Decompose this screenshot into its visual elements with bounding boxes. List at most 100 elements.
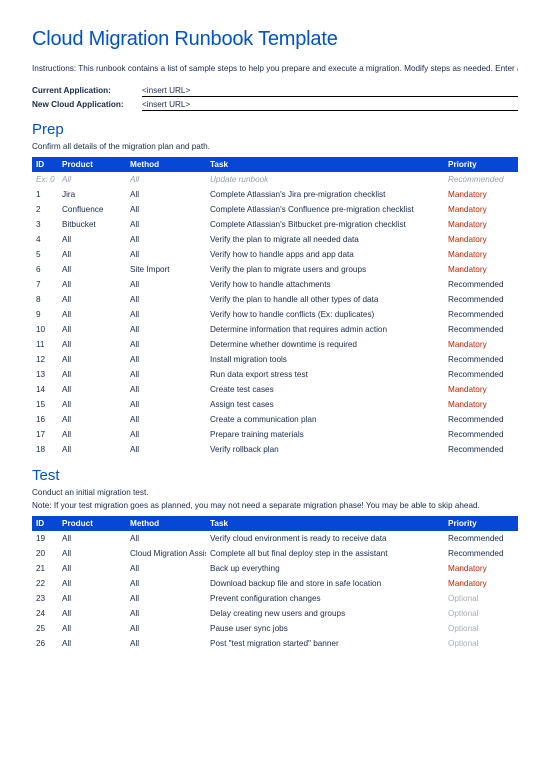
cell-priority: Mandatory: [444, 382, 518, 397]
col-task: Task: [206, 157, 444, 172]
col-product: Product: [58, 516, 126, 531]
page-title: Cloud Migration Runbook Template: [32, 28, 518, 51]
cell-task: Verify the plan to migrate all needed da…: [206, 232, 444, 247]
table-row: 25AllAllPause user sync jobsOptional: [32, 621, 518, 636]
prep-table: ID Product Method Task Priority Ex: 0All…: [32, 157, 518, 457]
col-method: Method: [126, 157, 206, 172]
cell-priority: Optional: [444, 636, 518, 651]
cell-method: All: [126, 307, 206, 322]
cell-id: 15: [32, 397, 58, 412]
cell-product: All: [58, 442, 126, 457]
table-row: Ex: 0AllAllUpdate runbookRecommended: [32, 172, 518, 187]
cell-product: All: [58, 292, 126, 307]
cell-priority: Mandatory: [444, 217, 518, 232]
cell-method: All: [126, 172, 206, 187]
cell-task: Prevent configuration changes: [206, 591, 444, 606]
cell-task: Verify how to handle apps and app data: [206, 247, 444, 262]
col-priority: Priority: [444, 516, 518, 531]
cell-task: Verify cloud environment is ready to rec…: [206, 531, 444, 546]
section-desc-prep: Confirm all details of the migration pla…: [32, 142, 518, 151]
cell-task: Run data export stress test: [206, 367, 444, 382]
cell-id: 13: [32, 367, 58, 382]
table-row: 14AllAllCreate test casesMandatory: [32, 382, 518, 397]
cell-method: All: [126, 232, 206, 247]
cell-method: All: [126, 576, 206, 591]
col-task: Task: [206, 516, 444, 531]
field-new-app-value[interactable]: <insert URL>: [142, 100, 518, 111]
cell-method: All: [126, 367, 206, 382]
cell-id: 6: [32, 262, 58, 277]
table-header: ID Product Method Task Priority: [32, 157, 518, 172]
field-current-app-value[interactable]: <insert URL>: [142, 86, 518, 97]
cell-product: All: [58, 606, 126, 621]
cell-id: 8: [32, 292, 58, 307]
cell-id: 11: [32, 337, 58, 352]
table-row: 3BitbucketAllComplete Atlassian's Bitbuc…: [32, 217, 518, 232]
cell-id: 19: [32, 531, 58, 546]
cell-task: Verify the plan to migrate users and gro…: [206, 262, 444, 277]
field-new-app-label: New Cloud Application:: [32, 100, 142, 109]
table-row: 10AllAllDetermine information that requi…: [32, 322, 518, 337]
cell-product: All: [58, 352, 126, 367]
cell-product: All: [58, 367, 126, 382]
cell-id: 4: [32, 232, 58, 247]
table-row: 17AllAllPrepare training materialsRecomm…: [32, 427, 518, 442]
cell-method: All: [126, 202, 206, 217]
cell-id: 16: [32, 412, 58, 427]
cell-priority: Mandatory: [444, 232, 518, 247]
cell-product: Jira: [58, 187, 126, 202]
table-header: ID Product Method Task Priority: [32, 516, 518, 531]
cell-task: Prepare training materials: [206, 427, 444, 442]
table-row: 6AllSite ImportVerify the plan to migrat…: [32, 262, 518, 277]
cell-task: Complete all but final deploy step in th…: [206, 546, 444, 561]
field-current-app-label: Current Application:: [32, 86, 142, 95]
cell-id: 24: [32, 606, 58, 621]
cell-id: 20: [32, 546, 58, 561]
table-row: 9AllAllVerify how to handle conflicts (E…: [32, 307, 518, 322]
col-priority: Priority: [444, 157, 518, 172]
field-current-app: Current Application: <insert URL>: [32, 86, 518, 97]
table-row: 7AllAllVerify how to handle attachmentsR…: [32, 277, 518, 292]
cell-task: Complete Atlassian's Jira pre-migration …: [206, 187, 444, 202]
cell-task: Download backup file and store in safe l…: [206, 576, 444, 591]
cell-priority: Optional: [444, 606, 518, 621]
cell-method: All: [126, 531, 206, 546]
cell-method: All: [126, 382, 206, 397]
cell-product: All: [58, 561, 126, 576]
cell-id: 21: [32, 561, 58, 576]
cell-product: All: [58, 322, 126, 337]
cell-product: All: [58, 591, 126, 606]
cell-id: 25: [32, 621, 58, 636]
col-id: ID: [32, 157, 58, 172]
table-row: 22AllAllDownload backup file and store i…: [32, 576, 518, 591]
cell-id: 9: [32, 307, 58, 322]
cell-method: All: [126, 606, 206, 621]
cell-task: Verify how to handle conflicts (Ex: dupl…: [206, 307, 444, 322]
cell-priority: Recommended: [444, 172, 518, 187]
cell-task: Back up everything: [206, 561, 444, 576]
cell-priority: Mandatory: [444, 262, 518, 277]
cell-task: Verify rollback plan: [206, 442, 444, 457]
cell-priority: Recommended: [444, 546, 518, 561]
cell-priority: Recommended: [444, 412, 518, 427]
cell-task: Determine information that requires admi…: [206, 322, 444, 337]
cell-id: 14: [32, 382, 58, 397]
cell-product: All: [58, 172, 126, 187]
cell-method: All: [126, 322, 206, 337]
table-row: 20AllCloud Migration AssistantComplete a…: [32, 546, 518, 561]
cell-priority: Mandatory: [444, 337, 518, 352]
table-row: 19AllAllVerify cloud environment is read…: [32, 531, 518, 546]
col-product: Product: [58, 157, 126, 172]
cell-method: All: [126, 217, 206, 232]
cell-id: 18: [32, 442, 58, 457]
cell-product: All: [58, 337, 126, 352]
cell-task: Complete Atlassian's Confluence pre-migr…: [206, 202, 444, 217]
cell-priority: Mandatory: [444, 187, 518, 202]
table-row: 2ConfluenceAllComplete Atlassian's Confl…: [32, 202, 518, 217]
cell-product: All: [58, 576, 126, 591]
cell-task: Post "test migration started" banner: [206, 636, 444, 651]
cell-product: Confluence: [58, 202, 126, 217]
cell-task: Verify the plan to handle all other type…: [206, 292, 444, 307]
table-row: 8AllAllVerify the plan to handle all oth…: [32, 292, 518, 307]
table-row: 15AllAllAssign test casesMandatory: [32, 397, 518, 412]
